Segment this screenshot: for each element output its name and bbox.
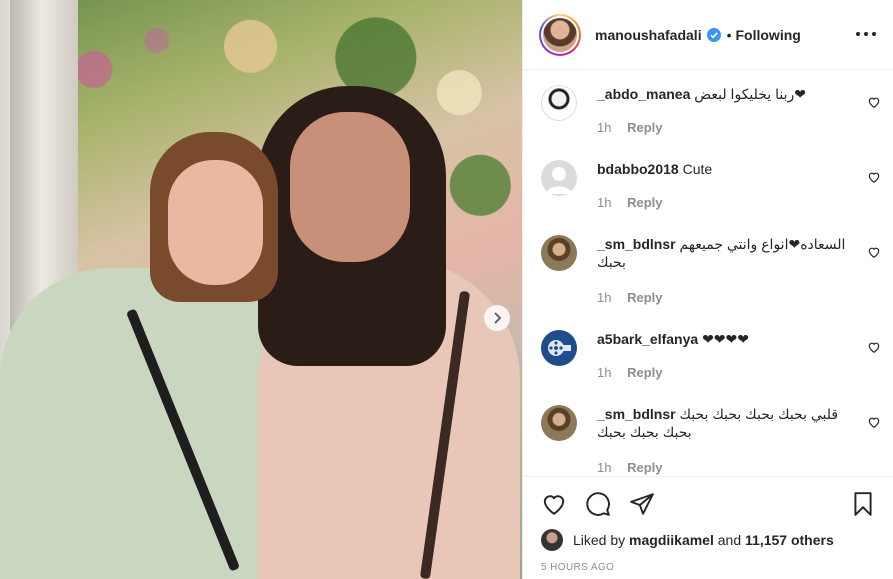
photo-person-left-face: [168, 160, 263, 285]
photo-person-right-face: [290, 112, 410, 262]
post-actions-bar: Liked by magdiikamel and 11,157 others 5…: [523, 476, 893, 579]
comment-username[interactable]: bdabbo2018: [597, 161, 679, 177]
comment-time[interactable]: 1h: [597, 195, 611, 210]
comment-username[interactable]: _sm_bdlnsr: [597, 236, 676, 252]
default-avatar-silhouette: [546, 167, 572, 194]
reply-button[interactable]: Reply: [627, 460, 662, 475]
more-dot: [864, 32, 868, 36]
default-avatar-icon[interactable]: [541, 160, 577, 196]
comment-time[interactable]: 1h: [597, 290, 611, 305]
author-username[interactable]: manoushafadali: [595, 27, 702, 43]
photo-person-left-body: [0, 268, 290, 579]
liker-avatar[interactable]: [541, 529, 563, 551]
post-photo[interactable]: [0, 0, 522, 579]
header-separator: •: [726, 26, 732, 43]
comment-username[interactable]: a5bark_elfanya: [597, 331, 698, 347]
likes-prefix: Liked by: [573, 532, 626, 548]
film-reel-icon[interactable]: [541, 330, 577, 366]
chevron-right-icon: [494, 312, 502, 324]
more-options-icon[interactable]: [856, 26, 876, 42]
likes-connector: and: [717, 532, 742, 548]
likes-others-link[interactable]: 11,157 others: [745, 532, 834, 548]
likes-summary: Liked by magdiikamel and 11,157 others: [541, 529, 834, 551]
reply-button[interactable]: Reply: [627, 290, 662, 305]
person-photo-icon[interactable]: [541, 235, 577, 271]
reply-button[interactable]: Reply: [627, 195, 662, 210]
post-header: manoushafadali • Following: [523, 0, 893, 70]
comment-time[interactable]: 1h: [597, 460, 611, 475]
comment-username[interactable]: _sm_bdlnsr: [597, 406, 676, 422]
comment-text: ربنا يخليكوا لبعض❤: [694, 86, 806, 102]
author-avatar-inner: [541, 15, 579, 54]
liker-username[interactable]: magdiikamel: [629, 532, 714, 548]
like-comment-heart-icon[interactable]: [867, 415, 881, 429]
like-comment-heart-icon[interactable]: [867, 340, 881, 354]
comment-username[interactable]: _abdo_manea: [597, 86, 690, 102]
save-bookmark-icon[interactable]: [850, 491, 876, 517]
comment-meta: 1h Reply: [597, 120, 663, 135]
more-dot: [856, 32, 860, 36]
more-dot: [872, 32, 876, 36]
verified-badge-icon: [706, 27, 721, 42]
person-photo-icon[interactable]: [541, 405, 577, 441]
like-heart-icon[interactable]: [541, 491, 567, 517]
comment-time[interactable]: 1h: [597, 120, 611, 135]
comment-bubble-icon[interactable]: [585, 491, 611, 517]
share-paper-plane-icon[interactable]: [629, 491, 655, 517]
comment-meta: 1h Reply: [597, 460, 663, 475]
like-comment-heart-icon[interactable]: [867, 170, 881, 184]
comment-time[interactable]: 1h: [597, 365, 611, 380]
comment-meta: 1h Reply: [597, 290, 663, 305]
comment-meta: 1h Reply: [597, 365, 663, 380]
person-sketch-icon[interactable]: [541, 85, 577, 121]
following-button[interactable]: Following: [736, 27, 801, 43]
author-avatar-image: [543, 17, 577, 52]
film-reel-graphic: [548, 340, 571, 356]
reply-button[interactable]: Reply: [627, 365, 662, 380]
comment-text: Cute: [682, 161, 713, 177]
comment-body: a5bark_elfanya ❤❤❤❤: [597, 330, 847, 348]
like-comment-heart-icon[interactable]: [867, 95, 881, 109]
comment-body: _abdo_manea ربنا يخليكوا لبعض❤: [597, 85, 847, 103]
next-photo-button[interactable]: [484, 305, 510, 331]
author-avatar[interactable]: [539, 13, 581, 56]
reply-button[interactable]: Reply: [627, 120, 662, 135]
comment-body: bdabbo2018 Cute: [597, 160, 847, 178]
comment-meta: 1h Reply: [597, 195, 663, 210]
comment-body: _sm_bdlnsr السعاده❤انواع وانتي جميعهم بح…: [597, 235, 847, 271]
post-timestamp[interactable]: 5 HOURS AGO: [541, 562, 614, 573]
post-side-panel: manoushafadali • Following _abdo_manea ر…: [522, 0, 893, 579]
like-comment-heart-icon[interactable]: [867, 245, 881, 259]
comments-list: _abdo_manea ربنا يخليكوا لبعض❤ 1h Reply …: [523, 71, 893, 475]
comment-body: _sm_bdlnsr قلبي بحبك بحبك بحبك بحبك بحبك…: [597, 405, 847, 441]
comment-text: ❤❤❤❤: [702, 331, 749, 347]
